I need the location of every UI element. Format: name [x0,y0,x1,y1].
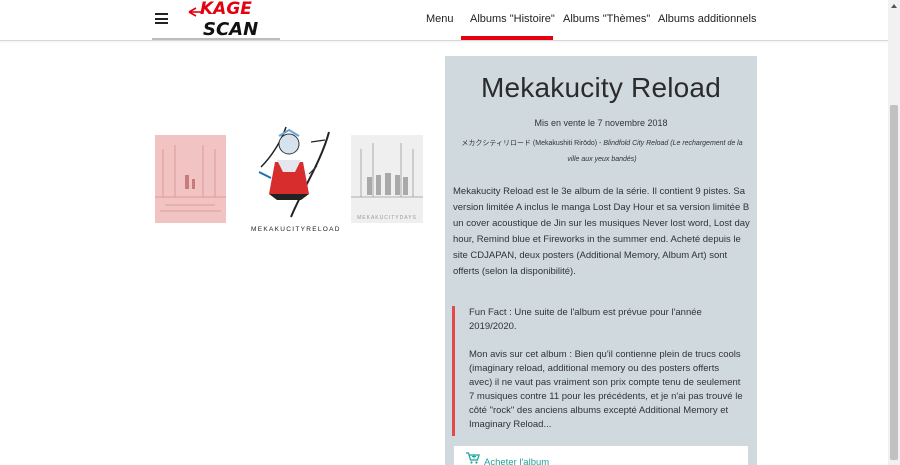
vertical-scrollbar[interactable] [888,0,900,465]
cover-image-days-red[interactable] [155,135,226,223]
svg-text:SCAN: SCAN [203,19,258,40]
nav-albums-histoire[interactable]: Albums "Histoire" [470,13,555,25]
japanese-romaji: (Mekakushiti Rirōdo) - [532,140,604,147]
release-date: Mis en vente le 7 novembre 2018 [534,118,668,128]
nav-menu[interactable]: Menu [426,13,454,25]
album-info-card: Mekakucity Reload Mis en vente le 7 nove… [445,56,757,465]
cover-image-days-grey[interactable]: MEKAKUCITYDAYS [351,135,423,223]
album-title: Mekakucity Reload [481,72,721,103]
album-description: Mekakucity Reload est le 3e album de la … [453,186,750,277]
nav-albums-additionnels[interactable]: Albums additionnels [658,13,756,25]
japanese-title: メカクシティリロード [461,140,531,147]
top-navbar: KAGE SCAN Menu Albums "Histoire" Albums … [0,0,888,41]
logo-underline [152,38,280,40]
scrollbar-thumb[interactable] [890,105,898,460]
cover-image-reload[interactable]: MEKAKUCITYRELOAD [251,122,341,237]
active-tab-indicator [461,36,553,40]
center-cover-caption: MEKAKUCITYRELOAD [251,226,341,233]
opinion-blockquote: Fun Fact : Une suite de l'album est prév… [452,306,751,436]
japanese-title-line: メカクシティリロード (Mekakushiti Rirōdo) - Blindf… [457,136,747,168]
buy-album-button[interactable]: Acheter l'album [454,446,748,465]
buy-album-label: Acheter l'album [484,457,550,465]
hamburger-menu-icon[interactable] [155,13,168,24]
site-logo[interactable]: KAGE SCAN [186,0,266,40]
nav-albums-themes[interactable]: Albums "Thèmes" [563,13,650,25]
page: KAGE SCAN Menu Albums "Histoire" Albums … [0,0,888,465]
scroll-up-arrow-icon[interactable] [891,4,897,8]
cart-icon [466,452,480,464]
fun-fact-text: Fun Fact : Une suite de l'album est prév… [469,307,702,332]
opinion-text: Mon avis sur cet album : Bien qu'il cont… [469,349,743,430]
svg-text:KAGE: KAGE [200,0,252,19]
right-cover-caption: MEKAKUCITYDAYS [357,215,417,221]
